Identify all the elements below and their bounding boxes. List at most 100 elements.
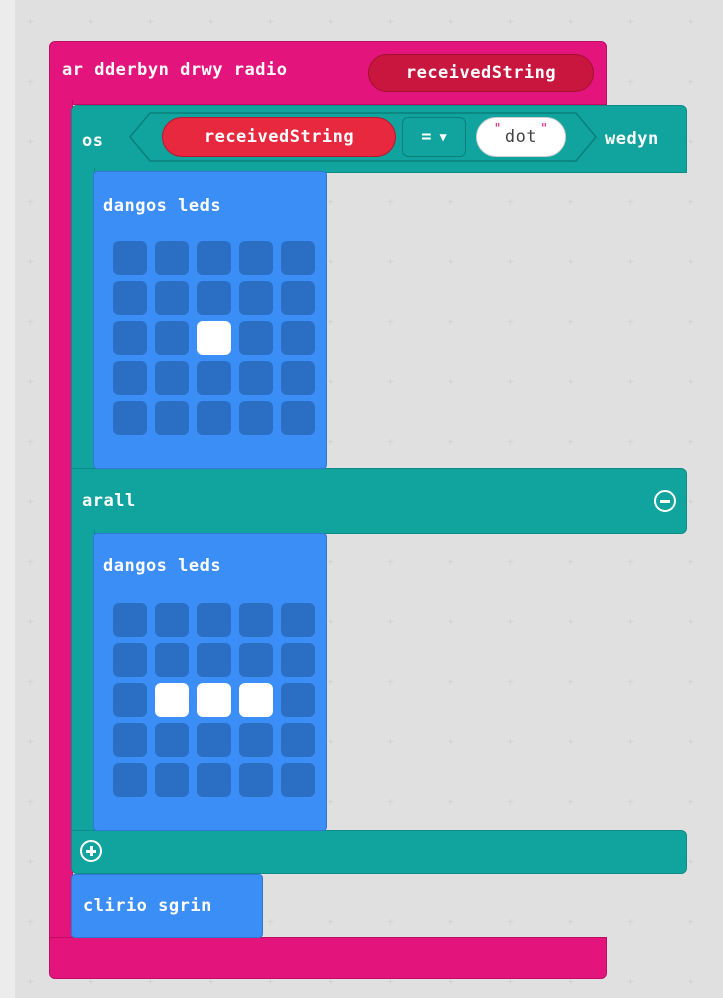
- led-cell[interactable]: [113, 401, 147, 435]
- led-cell[interactable]: [113, 683, 147, 717]
- led-cell[interactable]: [113, 281, 147, 315]
- led-cell[interactable]: [113, 241, 147, 275]
- grid-marker: +: [207, 15, 214, 28]
- add-else-if-button[interactable]: [80, 840, 102, 862]
- if-block-footer: [71, 830, 687, 874]
- condition-right-string[interactable]: " dot ": [476, 117, 566, 157]
- grid-marker: +: [507, 735, 514, 748]
- led-cell[interactable]: [113, 361, 147, 395]
- show-leds-label-2: dangos leds: [103, 556, 222, 576]
- event-block-footer: [49, 937, 607, 979]
- grid-marker: +: [387, 675, 394, 688]
- grid-marker: +: [27, 15, 34, 28]
- led-cell[interactable]: [239, 763, 273, 797]
- led-cell[interactable]: [281, 361, 315, 395]
- grid-marker: +: [627, 15, 634, 28]
- led-cell[interactable]: [281, 683, 315, 717]
- grid-marker: +: [507, 375, 514, 388]
- led-cell[interactable]: [239, 241, 273, 275]
- remove-else-button[interactable]: [654, 490, 676, 512]
- led-cell[interactable]: [113, 763, 147, 797]
- grid-marker: +: [447, 675, 454, 688]
- led-cell[interactable]: [155, 603, 189, 637]
- grid-marker: +: [567, 375, 574, 388]
- grid-marker: +: [567, 615, 574, 628]
- grid-marker: +: [27, 795, 34, 808]
- grid-marker: +: [387, 555, 394, 568]
- led-cell[interactable]: [239, 603, 273, 637]
- grid-marker: +: [267, 15, 274, 28]
- led-cell[interactable]: [281, 321, 315, 355]
- led-cell[interactable]: [239, 643, 273, 677]
- led-cell[interactable]: [155, 643, 189, 677]
- grid-marker: +: [327, 915, 334, 928]
- grid-marker: +: [687, 795, 694, 808]
- operator-dropdown[interactable]: = ▼: [402, 117, 466, 157]
- led-cell[interactable]: [155, 241, 189, 275]
- led-cell[interactable]: [155, 723, 189, 757]
- led-cell[interactable]: [239, 401, 273, 435]
- led-cell[interactable]: [197, 241, 231, 275]
- led-cell[interactable]: [155, 321, 189, 355]
- grid-marker: +: [627, 195, 634, 208]
- grid-marker: +: [387, 15, 394, 28]
- led-cell[interactable]: [281, 723, 315, 757]
- grid-marker: +: [447, 555, 454, 568]
- grid-marker: +: [387, 435, 394, 448]
- grid-marker: +: [27, 495, 34, 508]
- led-cell[interactable]: [197, 401, 231, 435]
- grid-marker: +: [387, 315, 394, 328]
- quote-close-icon: ": [540, 121, 549, 137]
- grid-marker: +: [147, 15, 154, 28]
- led-cell[interactable]: [155, 361, 189, 395]
- grid-marker: +: [27, 615, 34, 628]
- led-cell[interactable]: [197, 321, 231, 355]
- led-cell[interactable]: [239, 281, 273, 315]
- grid-marker: +: [447, 795, 454, 808]
- led-cell[interactable]: [155, 401, 189, 435]
- condition-left-variable[interactable]: receivedString: [162, 117, 396, 157]
- led-cell[interactable]: [281, 281, 315, 315]
- led-cell[interactable]: [113, 603, 147, 637]
- led-cell[interactable]: [155, 683, 189, 717]
- led-cell[interactable]: [113, 723, 147, 757]
- operator-label: =: [421, 127, 432, 147]
- grid-marker: +: [27, 555, 34, 568]
- led-cell[interactable]: [239, 321, 273, 355]
- grid-marker: +: [507, 615, 514, 628]
- minus-icon: [660, 499, 670, 503]
- if-label: os: [82, 131, 104, 151]
- led-cell[interactable]: [197, 603, 231, 637]
- led-cell[interactable]: [281, 401, 315, 435]
- if-block-spine-1: [71, 168, 95, 473]
- grid-marker: +: [447, 195, 454, 208]
- grid-marker: +: [27, 855, 34, 868]
- led-cell[interactable]: [197, 281, 231, 315]
- led-cell[interactable]: [113, 643, 147, 677]
- led-cell[interactable]: [155, 763, 189, 797]
- led-cell[interactable]: [281, 763, 315, 797]
- led-cell[interactable]: [281, 603, 315, 637]
- led-cell[interactable]: [197, 643, 231, 677]
- led-cell[interactable]: [239, 361, 273, 395]
- grid-marker: +: [687, 975, 694, 988]
- led-cell[interactable]: [155, 281, 189, 315]
- param-label: receivedString: [405, 63, 557, 83]
- grid-marker: +: [687, 675, 694, 688]
- led-cell[interactable]: [113, 321, 147, 355]
- led-cell[interactable]: [197, 723, 231, 757]
- led-cell[interactable]: [197, 763, 231, 797]
- grid-marker: +: [27, 255, 34, 268]
- grid-marker: +: [447, 615, 454, 628]
- led-cell[interactable]: [281, 241, 315, 275]
- led-cell[interactable]: [281, 643, 315, 677]
- grid-marker: +: [27, 315, 34, 328]
- led-cell[interactable]: [239, 683, 273, 717]
- led-cell[interactable]: [197, 683, 231, 717]
- grid-marker: +: [687, 315, 694, 328]
- led-cell[interactable]: [197, 361, 231, 395]
- led-cell[interactable]: [239, 723, 273, 757]
- event-label: ar dderbyn drwy radio: [62, 60, 288, 80]
- grid-marker: +: [27, 135, 34, 148]
- received-string-param[interactable]: receivedString: [368, 54, 594, 92]
